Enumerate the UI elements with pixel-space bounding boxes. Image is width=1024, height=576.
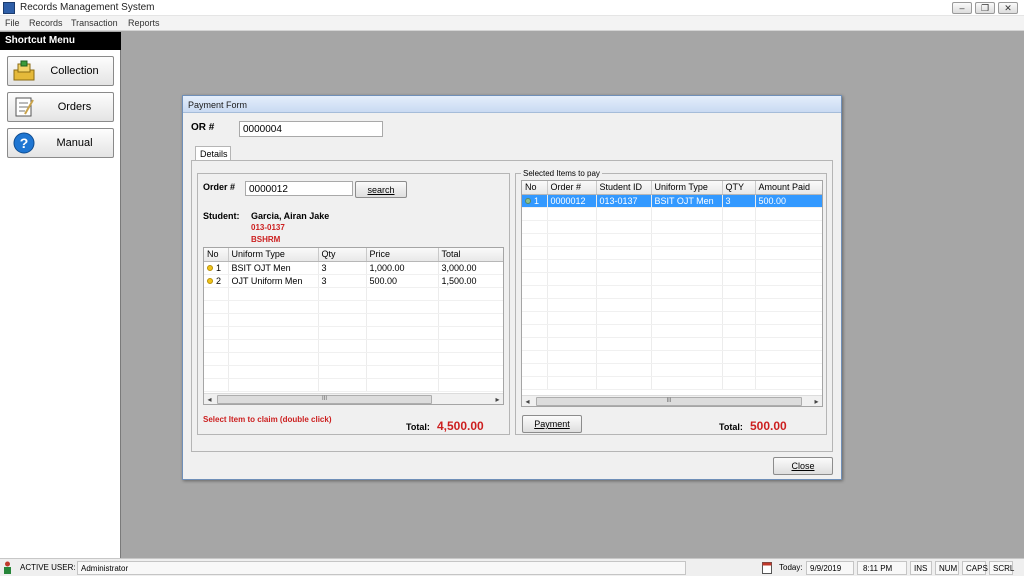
menu-records[interactable]: Records: [29, 18, 63, 28]
scroll-right-icon[interactable]: ▸: [492, 394, 503, 404]
payment-button[interactable]: Payment: [522, 415, 582, 433]
ins-indicator: INS: [910, 561, 932, 575]
status-dot-icon: [207, 265, 213, 272]
menu-bar: File Records Transaction Reports: [0, 16, 1024, 31]
student-name: Garcia, Airan Jake: [251, 211, 330, 221]
menu-reports[interactable]: Reports: [128, 18, 160, 28]
col-amount-paid[interactable]: Amount Paid: [755, 181, 822, 195]
payment-form-dialog: Payment Form OR # 0000004 Details Order …: [182, 95, 842, 480]
col-no[interactable]: No: [522, 181, 548, 195]
time-value: 8:11 PM: [857, 561, 907, 575]
status-bar: ACTIVE USER: Administrator Today: 9/9/20…: [0, 558, 1024, 576]
selected-items-label: Selected Items to pay: [521, 169, 602, 178]
status-dot-icon: [207, 278, 213, 285]
caps-indicator: CAPS: [962, 561, 988, 575]
active-user-label: ACTIVE USER:: [20, 563, 76, 572]
col-no[interactable]: No: [204, 248, 229, 262]
scroll-thumb[interactable]: III: [536, 397, 802, 406]
left-total-value: 4,500.00: [437, 419, 484, 433]
claim-hint: Select Item to claim (double click): [203, 415, 332, 424]
app-icon: [3, 2, 15, 14]
scroll-right-icon[interactable]: ▸: [811, 396, 822, 406]
manual-label: Manual: [56, 137, 93, 149]
right-total-label: Total:: [719, 422, 743, 432]
collection-label: Collection: [50, 65, 99, 77]
table-row[interactable]: 1 BSIT OJT Men 3 1,000.00 3,000.00: [204, 261, 503, 275]
student-course: BSHRM: [251, 235, 281, 244]
search-button[interactable]: search: [355, 181, 407, 198]
order-number-field[interactable]: 0000012: [245, 181, 353, 196]
tab-details[interactable]: Details: [195, 146, 231, 161]
shortcut-menu-header: Shortcut Menu: [0, 32, 121, 50]
table-row[interactable]: 2 OJT Uniform Men 3 500.00 1,500.00: [204, 274, 503, 288]
order-items-grid[interactable]: No Uniform Type Qty Price Total 1 BSIT O…: [203, 247, 504, 405]
close-window-button[interactable]: ✕: [998, 2, 1018, 14]
or-number-field[interactable]: 0000004: [239, 121, 383, 137]
close-button[interactable]: Close: [773, 457, 833, 475]
dialog-title: Payment Form: [188, 100, 248, 110]
col-uniform-type[interactable]: Uniform Type: [651, 181, 723, 195]
col-total[interactable]: Total: [438, 248, 503, 262]
scrl-indicator: SCRL: [989, 561, 1014, 575]
menu-file[interactable]: File: [5, 18, 20, 28]
user-icon: [4, 561, 11, 574]
or-number-label: OR #: [191, 122, 215, 133]
col-qty[interactable]: QTY: [722, 181, 756, 195]
selected-items-grid[interactable]: No Order # Student ID Uniform Type QTY A…: [521, 180, 823, 407]
today-label: Today:: [779, 563, 803, 572]
left-total-label: Total:: [406, 422, 430, 432]
orders-label: Orders: [57, 101, 92, 113]
shortcut-sidebar: Shortcut Menu Collection Orders ? Manual: [0, 32, 121, 558]
active-user-value: Administrator: [77, 561, 686, 575]
minimize-button[interactable]: –: [952, 2, 972, 14]
col-order-number[interactable]: Order #: [547, 181, 597, 195]
horizontal-scrollbar[interactable]: ◂ III ▸: [522, 395, 822, 406]
table-row[interactable]: 1 0000012 013-0137 BSIT OJT Men 3 500.00: [522, 194, 822, 208]
dialog-title-bar: Payment Form: [183, 96, 841, 113]
num-indicator: NUM: [935, 561, 959, 575]
orders-button[interactable]: Orders: [7, 92, 114, 122]
scroll-left-icon[interactable]: ◂: [204, 394, 215, 404]
right-total-value: 500.00: [750, 419, 787, 433]
col-price[interactable]: Price: [366, 248, 439, 262]
collection-button[interactable]: Collection: [7, 56, 114, 86]
col-qty[interactable]: Qty: [318, 248, 367, 262]
app-title: Records Management System: [20, 2, 155, 13]
col-uniform-type[interactable]: Uniform Type: [228, 248, 319, 262]
calendar-icon: [762, 562, 772, 574]
manual-button[interactable]: ? Manual: [7, 128, 114, 158]
col-student-id[interactable]: Student ID: [596, 181, 652, 195]
selected-items-group: Selected Items to pay No Order # Student…: [515, 169, 827, 435]
order-number-label: Order #: [203, 182, 236, 192]
order-details-group: Order # 0000012 search Student: Garcia, …: [197, 173, 510, 435]
student-label: Student:: [203, 211, 240, 221]
scroll-left-icon[interactable]: ◂: [522, 396, 533, 406]
scroll-thumb[interactable]: III: [217, 395, 432, 404]
horizontal-scrollbar[interactable]: ◂ III ▸: [204, 393, 503, 404]
date-value: 9/9/2019: [806, 561, 854, 575]
student-id: 013-0137: [251, 223, 285, 232]
title-bar: Records Management System – ❐ ✕: [0, 0, 1024, 16]
menu-transaction[interactable]: Transaction: [71, 18, 118, 28]
status-dot-icon: [525, 198, 531, 205]
restore-button[interactable]: ❐: [975, 2, 995, 14]
